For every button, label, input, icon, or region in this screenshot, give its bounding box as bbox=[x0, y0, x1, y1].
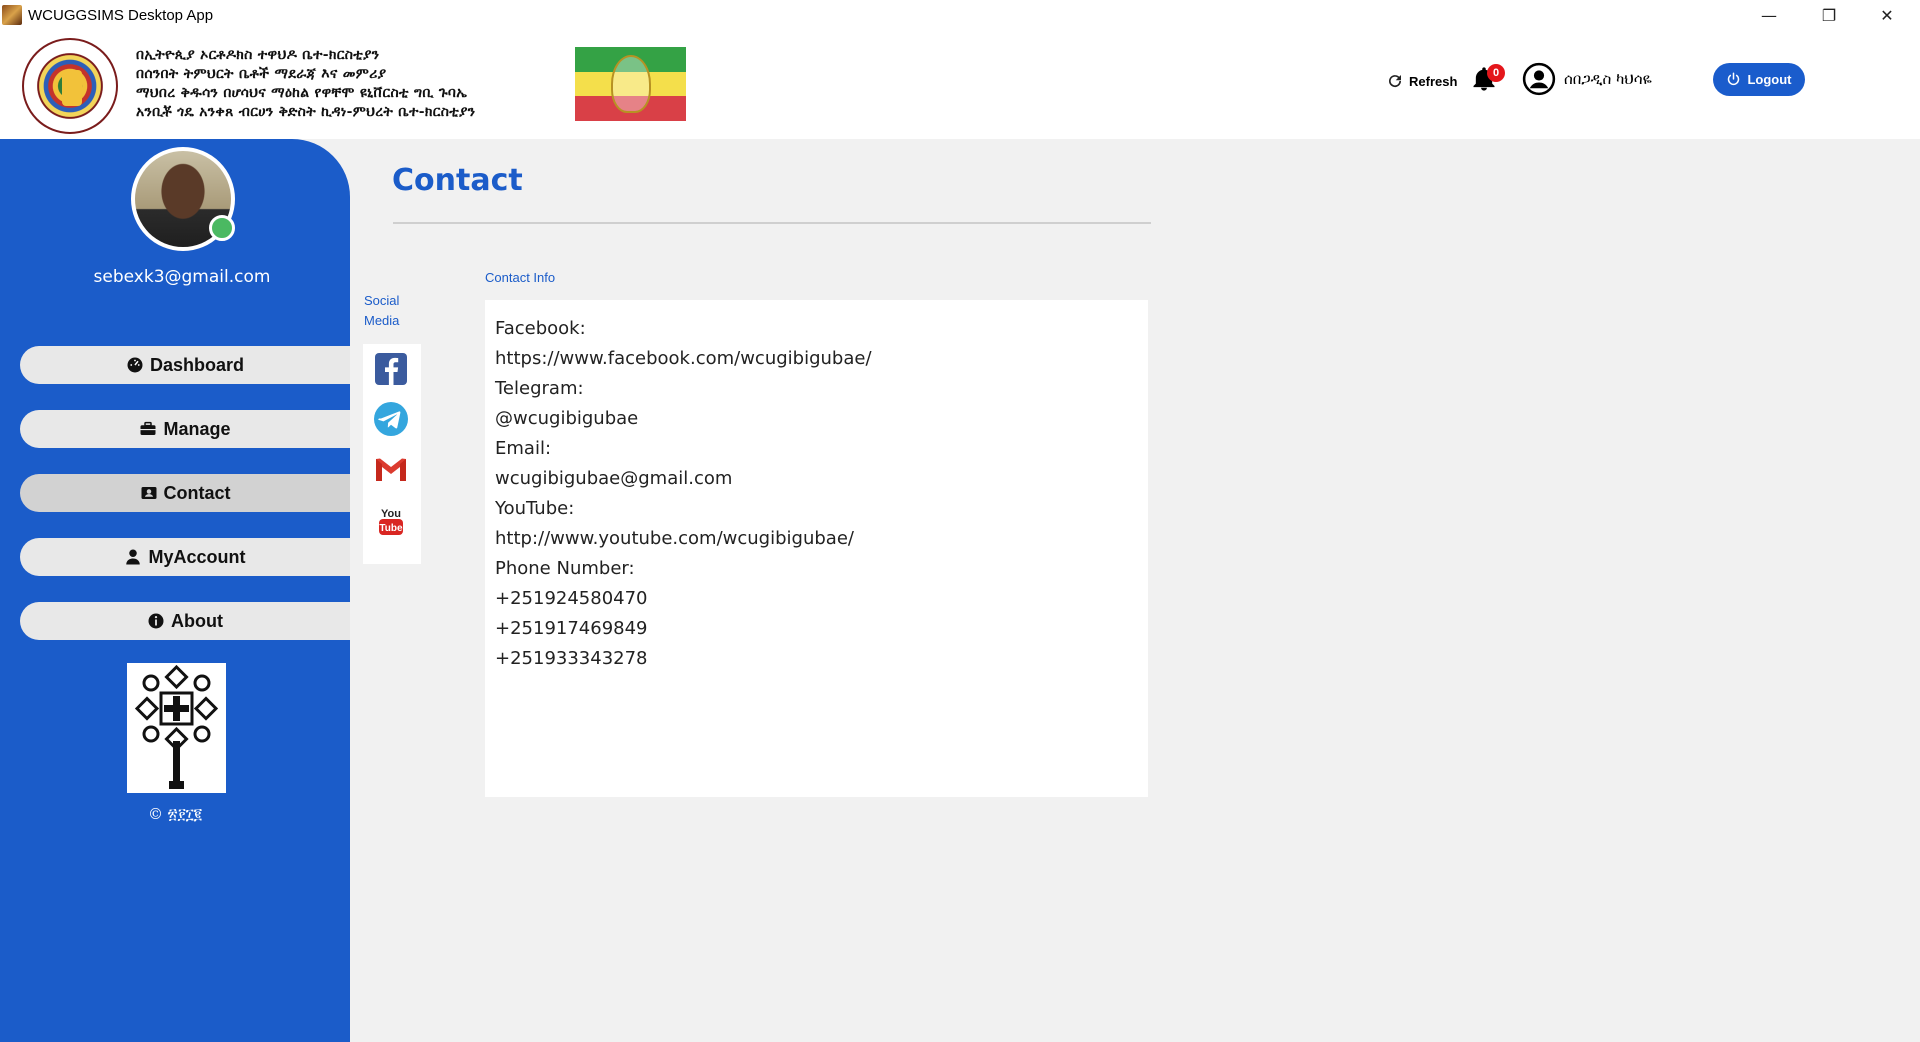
org-line-3: ማህበረ ቅዱሳን በሆሳህና ማዕከል የዋቸሞ ዩኒቨርስቲ ግቢ ጉባኤ bbox=[136, 85, 468, 101]
ethiopian-flag-image bbox=[575, 47, 686, 121]
info-icon bbox=[148, 613, 164, 629]
user-circle-icon bbox=[1522, 62, 1556, 96]
sidebar-item-dashboard[interactable]: Dashboard bbox=[20, 346, 350, 384]
contact-line: wcugibigubae@gmail.com bbox=[495, 468, 733, 489]
contact-line: Phone Number: bbox=[495, 558, 635, 579]
org-line-2: በሰንበት ትምህርት ቤቶች ማደራጃ እና መምሪያ bbox=[136, 66, 387, 82]
briefcase-icon bbox=[140, 421, 156, 435]
window-titlebar: WCUGGSIMS Desktop App — ❐ ✕ bbox=[0, 0, 1920, 30]
user-email: sebexk3@gmail.com bbox=[93, 267, 271, 287]
social-media-label: Social Media bbox=[364, 293, 400, 328]
svg-text:You: You bbox=[381, 508, 401, 520]
sidebar-item-about[interactable]: About bbox=[20, 602, 350, 640]
sidebar-item-manage[interactable]: Manage bbox=[20, 410, 350, 448]
sidebar-item-label: Manage bbox=[163, 418, 231, 439]
sidebar-item-contact[interactable]: Contact bbox=[20, 474, 350, 512]
sidebar-item-myaccount[interactable]: MyAccount bbox=[20, 538, 350, 576]
org-line-1: በኢትዮጲያ ኦርቶዶክስ ተዋህዶ ቤተ-ክርስቲያን bbox=[136, 47, 380, 63]
svg-text:Tube: Tube bbox=[379, 523, 403, 534]
notification-count-badge: 0 bbox=[1487, 64, 1505, 82]
facebook-icon[interactable] bbox=[372, 350, 410, 388]
contact-line: http://www.youtube.com/wcugibigubae/ bbox=[495, 528, 854, 549]
close-button[interactable]: ✕ bbox=[1858, 0, 1916, 30]
contact-info-label: Contact Info bbox=[485, 270, 556, 285]
title-divider bbox=[393, 222, 1151, 224]
refresh-icon bbox=[1389, 75, 1402, 88]
social-media-panel: You Tube bbox=[363, 344, 421, 564]
contact-line: +251924580470 bbox=[495, 588, 648, 609]
organization-seal-logo bbox=[22, 38, 118, 134]
sidebar-item-label: MyAccount bbox=[148, 546, 246, 567]
contact-line: @wcugibigubae bbox=[495, 408, 639, 429]
contact-info-textarea[interactable]: Facebook: https://www.facebook.com/wcugi… bbox=[485, 300, 1148, 797]
sidebar-item-label: Contact bbox=[163, 482, 231, 503]
contact-card-icon bbox=[141, 487, 156, 499]
org-line-4: አንቢቾ ጎዴ አንቀጸ ብርሀን ቅድስት ኪዳነ-ምህረት ቤተ-ክርስቲያ… bbox=[136, 104, 476, 120]
app-header: በኢትዮጲያ ኦርቶዶክስ ተዋህዶ ቤተ-ክርስቲያን በሰንበት ትምህርት… bbox=[0, 30, 1920, 139]
app-icon bbox=[2, 5, 22, 25]
user-profile-menu[interactable]: ሰበጋዲስ ካህሳዬ bbox=[1522, 62, 1652, 96]
dashboard-icon bbox=[127, 357, 143, 373]
sidebar-item-label: Dashboard bbox=[149, 354, 245, 375]
online-status-indicator bbox=[209, 215, 235, 241]
power-icon bbox=[1728, 72, 1740, 86]
refresh-button[interactable]: Refresh bbox=[1386, 72, 1457, 90]
minimize-button[interactable]: — bbox=[1740, 0, 1798, 30]
contact-line: Facebook: bbox=[495, 318, 586, 339]
contact-line: Telegram: bbox=[495, 378, 584, 399]
copyright-text: © ፳፻፲፪ bbox=[148, 805, 202, 823]
logout-label: Logout bbox=[1747, 72, 1792, 87]
ethiopian-cross-logo bbox=[127, 663, 226, 793]
window-title: WCUGGSIMS Desktop App bbox=[28, 6, 214, 24]
logout-button[interactable]: Logout bbox=[1713, 63, 1805, 96]
user-name: ሰበጋዲስ ካህሳዬ bbox=[1564, 70, 1652, 88]
sidebar-item-label: About bbox=[171, 610, 223, 631]
contact-line: https://www.facebook.com/wcugibigubae/ bbox=[495, 348, 872, 369]
user-icon bbox=[126, 549, 141, 565]
sidebar: sebexk3@gmail.com Dashboard Manage Conta… bbox=[0, 139, 350, 1042]
contact-line: YouTube: bbox=[495, 498, 575, 519]
gmail-icon[interactable] bbox=[372, 450, 410, 488]
contact-line: Email: bbox=[495, 438, 552, 459]
contact-line: +251917469849 bbox=[495, 618, 648, 639]
page-title: Contact bbox=[392, 163, 523, 198]
contact-line: +251933343278 bbox=[495, 648, 648, 669]
youtube-icon[interactable]: You Tube bbox=[372, 502, 410, 540]
organization-name: በኢትዮጲያ ኦርቶዶክስ ተዋህዶ ቤተ-ክርስቲያን በሰንበት ትምህርት… bbox=[136, 46, 475, 122]
refresh-label: Refresh bbox=[1409, 73, 1458, 89]
restore-button[interactable]: ❐ bbox=[1800, 0, 1858, 30]
telegram-icon[interactable] bbox=[372, 400, 410, 438]
